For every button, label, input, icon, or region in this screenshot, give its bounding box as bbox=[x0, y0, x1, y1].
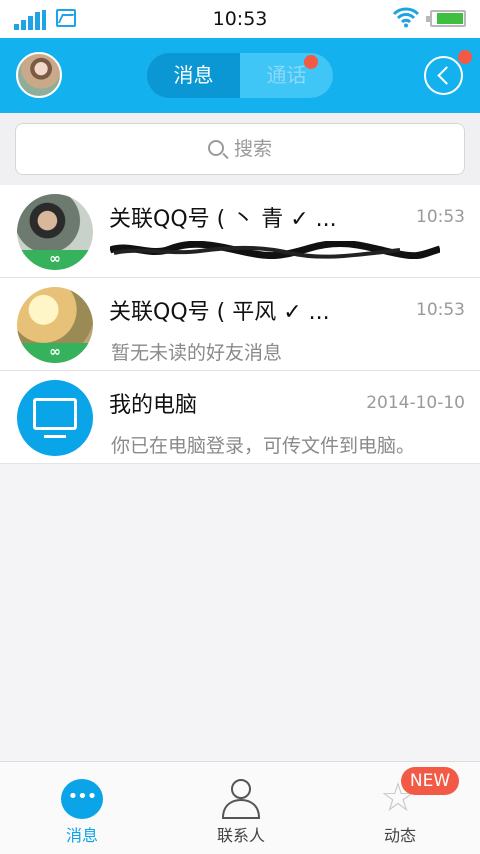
search-placeholder: 搜索 bbox=[233, 138, 272, 160]
tab-messages-bottom[interactable]: 消息 bbox=[2, 762, 162, 854]
avatar: ∞ bbox=[17, 194, 93, 270]
tab-messages[interactable]: 消息 bbox=[147, 53, 240, 98]
contact-icon bbox=[221, 779, 261, 819]
tab-label: 联系人 bbox=[216, 826, 265, 845]
avatar: ∞ bbox=[17, 287, 93, 363]
conversation-time: 2014-10-10 bbox=[366, 393, 465, 413]
battery-icon bbox=[426, 10, 466, 27]
list-item[interactable]: 我的电脑 2014-10-10 你已在电脑登录，可传文件到电脑。 bbox=[0, 371, 480, 464]
tab-label: 消息 bbox=[65, 826, 98, 845]
back-button[interactable] bbox=[424, 56, 463, 95]
conversation-title: 关联QQ号 ( 平风 ✓ ... bbox=[109, 300, 330, 325]
tab-calls[interactable]: 通话 bbox=[240, 53, 333, 98]
avatar bbox=[17, 380, 93, 456]
calls-red-dot bbox=[304, 55, 318, 69]
monitor-icon bbox=[33, 398, 77, 438]
conversation-list: ∞ 关联QQ号 ( 丶 青 ✓ ... 10:53 ∞ 关联QQ号 ( 平风 ✓… bbox=[0, 185, 480, 464]
conversation-preview: 你已在电脑登录，可传文件到电脑。 bbox=[111, 435, 416, 457]
list-item[interactable]: ∞ 关联QQ号 ( 丶 青 ✓ ... 10:53 bbox=[0, 185, 480, 278]
my-avatar[interactable] bbox=[16, 52, 62, 98]
search-input[interactable]: 搜索 bbox=[15, 123, 465, 175]
conversation-title: 关联QQ号 ( 丶 青 ✓ ... bbox=[109, 207, 337, 232]
redacted-message bbox=[110, 241, 440, 259]
search-icon bbox=[207, 140, 224, 156]
link-badge-icon: ∞ bbox=[17, 250, 93, 270]
list-item[interactable]: ∞ 关联QQ号 ( 平风 ✓ ... 10:53 暂无未读的好友消息 bbox=[0, 278, 480, 371]
tab-contacts[interactable]: 联系人 bbox=[161, 762, 321, 854]
wifi-icon bbox=[392, 7, 420, 28]
conversation-title: 我的电脑 bbox=[109, 393, 198, 418]
tab-label: 动态 bbox=[383, 826, 416, 845]
header-bar: 消息 通话 bbox=[0, 38, 480, 113]
status-bar: 10:53 bbox=[0, 0, 480, 38]
link-badge-icon: ∞ bbox=[17, 343, 93, 363]
new-badge: NEW bbox=[401, 767, 459, 795]
search-area: 搜索 bbox=[0, 113, 480, 185]
conversation-preview: 暂无未读的好友消息 bbox=[111, 342, 283, 364]
chat-bubble-icon bbox=[61, 779, 103, 819]
back-red-dot bbox=[458, 50, 472, 64]
conversation-time: 10:53 bbox=[416, 207, 465, 227]
conversation-time: 10:53 bbox=[416, 300, 465, 320]
